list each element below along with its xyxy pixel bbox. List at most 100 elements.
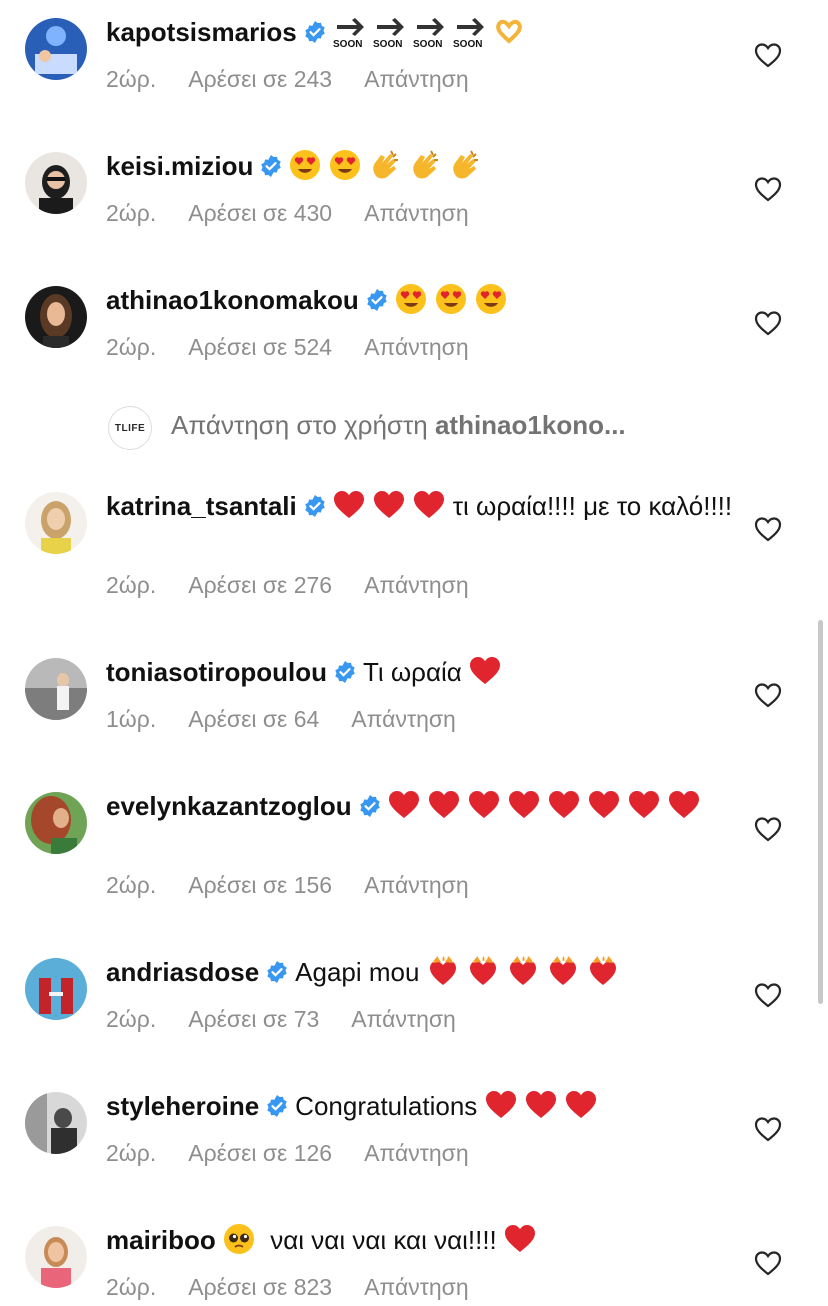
comment-time: 2ώρ. [106, 872, 157, 898]
like-heart-icon[interactable] [754, 682, 782, 708]
reply-button[interactable]: Απάντηση [364, 1140, 469, 1166]
verified-badge-icon [305, 21, 325, 43]
like-heart-icon[interactable] [754, 42, 782, 68]
comment-text: Congratulations [295, 1091, 478, 1121]
svg-text:SOON: SOON [413, 39, 442, 49]
reply-button[interactable]: Απάντηση [364, 334, 469, 360]
scrollbar[interactable] [818, 620, 823, 1004]
red-heart-icon [468, 789, 500, 821]
verified-badge-icon [335, 661, 355, 683]
avatar[interactable] [25, 658, 87, 720]
soon-arrow-icon: SOON [333, 15, 369, 50]
comment-text: Agapi mou [295, 957, 420, 987]
comment-text: τι ωραία!!!! με το καλό!!!! [452, 491, 733, 521]
reply-thread-label[interactable]: Απάντηση στο χρήστη athinao1kono... [171, 410, 626, 441]
verified-badge-icon [359, 795, 380, 817]
red-heart-icon [628, 789, 660, 821]
svg-text:SOON: SOON [333, 39, 362, 49]
comment-text: Τι ωραία [362, 657, 462, 687]
red-heart-icon [504, 1223, 536, 1255]
reply-button[interactable]: Απάντηση [351, 706, 456, 732]
like-heart-icon[interactable] [754, 1116, 782, 1142]
comment-time: 1ώρ. [106, 706, 157, 732]
red-heart-icon [485, 1089, 517, 1121]
comment-username[interactable]: kapotsismarios [106, 17, 297, 47]
tlife-logo: TLIFE [108, 406, 152, 450]
soon-arrow-icon: SOON [453, 15, 489, 50]
comment-time: 2ώρ. [106, 334, 157, 360]
reply-button[interactable]: Απάντηση [364, 200, 469, 226]
view-replies-row[interactable]: TLIFE Απάντηση στο χρήστη athinao1kono..… [0, 404, 828, 450]
svg-text:SOON: SOON [373, 39, 402, 49]
avatar[interactable] [25, 18, 87, 80]
red-heart-icon [548, 789, 580, 821]
like-heart-icon[interactable] [754, 816, 782, 842]
avatar[interactable] [25, 1226, 87, 1288]
clapping-icon [369, 149, 401, 181]
red-heart-icon [668, 789, 700, 821]
verified-badge-icon [305, 495, 325, 517]
clapping-icon [449, 149, 481, 181]
heart-on-fire-icon [507, 955, 539, 987]
avatar[interactable] [25, 286, 87, 348]
soon-arrow-icon: SOON [413, 15, 449, 50]
comment-time: 2ώρ. [106, 66, 157, 92]
comment-username[interactable]: mairiboo [106, 1225, 216, 1255]
comment-likes[interactable]: Αρέσει σε 126 [188, 1140, 332, 1166]
avatar[interactable] [25, 958, 87, 1020]
like-heart-icon[interactable] [754, 982, 782, 1008]
svg-text:SOON: SOON [453, 39, 482, 49]
comment-username[interactable]: andriasdose [106, 957, 259, 987]
comment-likes[interactable]: Αρέσει σε 156 [188, 872, 332, 898]
heart-on-fire-icon [587, 955, 619, 987]
verified-badge-icon [261, 155, 282, 177]
soon-arrow-icon: SOON [373, 15, 409, 50]
heart-eyes-icon [435, 283, 467, 315]
comment-time: 2ώρ. [106, 200, 157, 226]
verified-badge-icon [267, 1095, 287, 1117]
avatar[interactable] [25, 492, 87, 554]
comment-text: ναι ναι ναι και ναι!!!! [270, 1225, 497, 1255]
red-heart-icon [469, 655, 501, 687]
like-heart-icon[interactable] [754, 310, 782, 336]
comment-time: 2ώρ. [106, 1140, 157, 1166]
comment-username[interactable]: toniasotiropoulou [106, 657, 327, 687]
reply-button[interactable]: Απάντηση [351, 1006, 456, 1032]
heart-eyes-icon [395, 283, 427, 315]
comment-username[interactable]: evelynkazantzoglou [106, 791, 352, 821]
avatar[interactable] [25, 1092, 87, 1154]
like-heart-icon[interactable] [754, 176, 782, 202]
reply-button[interactable]: Απάντηση [364, 66, 469, 92]
red-heart-icon [413, 489, 445, 521]
red-heart-icon [525, 1089, 557, 1121]
comment-likes[interactable]: Αρέσει σε 276 [188, 572, 332, 598]
comment-username[interactable]: athinao1konomakou [106, 285, 359, 315]
comment-time: 2ώρ. [106, 572, 157, 598]
verified-badge-icon [267, 961, 287, 983]
comment-likes[interactable]: Αρέσει σε 430 [188, 200, 332, 226]
reply-button[interactable]: Απάντηση [364, 1274, 469, 1300]
comment-likes[interactable]: Αρέσει σε 243 [188, 66, 332, 92]
comment-likes[interactable]: Αρέσει σε 73 [188, 1006, 319, 1032]
comment-likes[interactable]: Αρέσει σε 524 [188, 334, 332, 360]
avatar[interactable] [25, 792, 87, 854]
heart-hands-icon [493, 15, 525, 47]
heart-on-fire-icon [427, 955, 459, 987]
red-heart-icon [588, 789, 620, 821]
like-heart-icon[interactable] [754, 1250, 782, 1276]
clapping-icon [409, 149, 441, 181]
heart-on-fire-icon [547, 955, 579, 987]
red-heart-icon [428, 789, 460, 821]
red-heart-icon [508, 789, 540, 821]
reply-button[interactable]: Απάντηση [364, 572, 469, 598]
comment-username[interactable]: katrina_tsantali [106, 491, 297, 521]
comment-username[interactable]: keisi.miziou [106, 151, 253, 181]
avatar[interactable] [25, 152, 87, 214]
red-heart-icon [388, 789, 420, 821]
comment-likes[interactable]: Αρέσει σε 64 [188, 706, 319, 732]
comment-username[interactable]: styleheroine [106, 1091, 259, 1121]
reply-button[interactable]: Απάντηση [364, 872, 469, 898]
like-heart-icon[interactable] [754, 516, 782, 542]
comment-likes[interactable]: Αρέσει σε 823 [188, 1274, 332, 1300]
heart-on-fire-icon [467, 955, 499, 987]
